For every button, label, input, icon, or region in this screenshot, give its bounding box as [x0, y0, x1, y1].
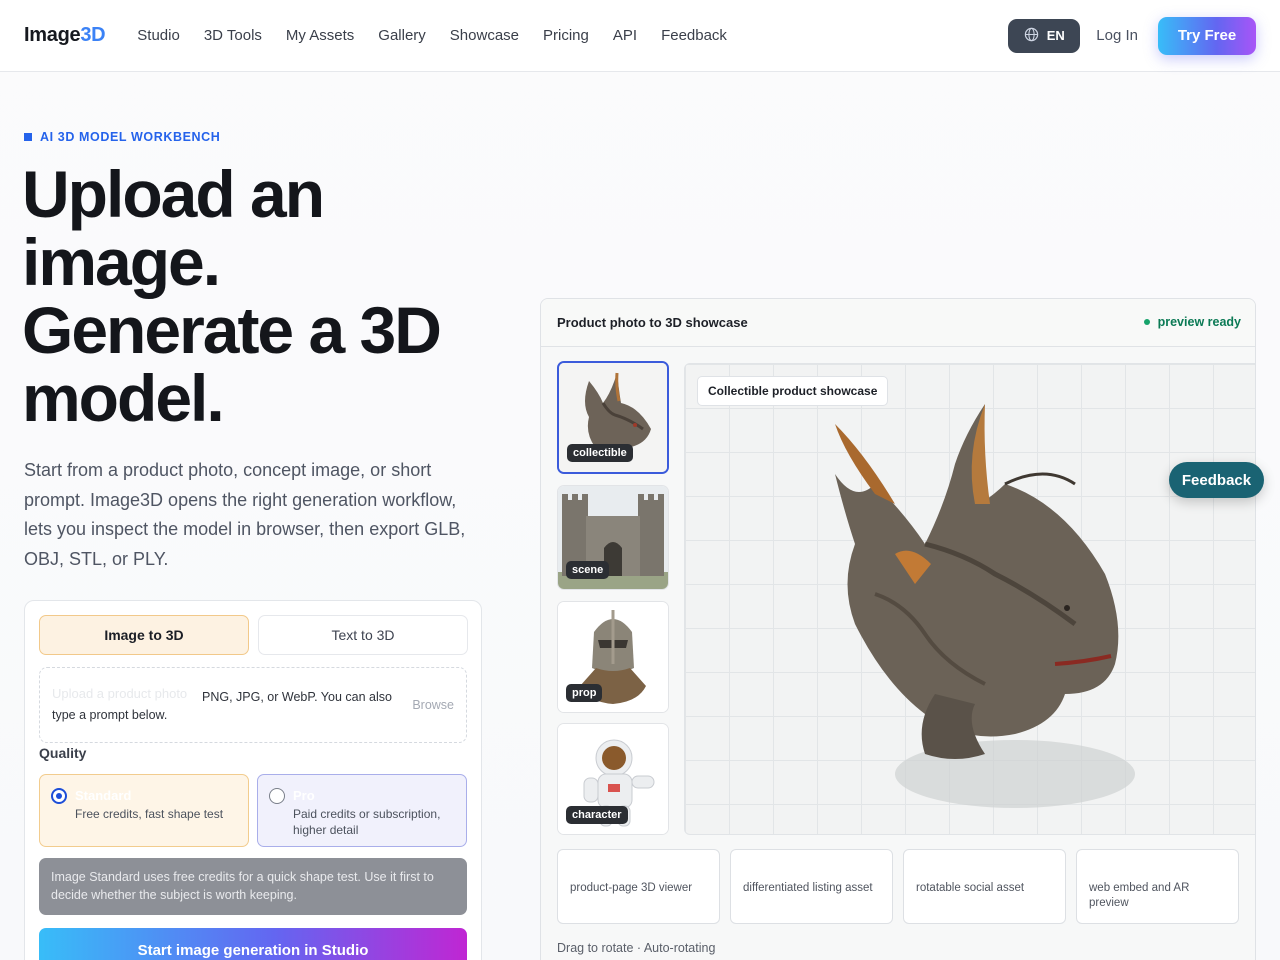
dragon-3d-model	[835, 404, 1135, 808]
status-dot-icon	[1143, 319, 1150, 325]
logo-main: Image	[24, 24, 81, 46]
headline-line: image.	[22, 225, 221, 299]
feedback-button[interactable]: Feedback	[1169, 462, 1264, 498]
quality-option-desc: Paid credits or subscription, higher det…	[293, 807, 441, 837]
logo[interactable]: Image3D	[24, 24, 106, 47]
thumbnail-collectible[interactable]: collectible	[557, 361, 669, 474]
login-link[interactable]: Log In	[1096, 27, 1138, 44]
quality-option-title: Pro	[293, 788, 315, 803]
upload-dropzone[interactable]: Upload a product photo PNG, JPG, or WebP…	[39, 667, 467, 743]
eyebrow-square-icon	[24, 133, 32, 141]
showcase-header: Product photo to 3D showcase preview rea…	[541, 299, 1255, 347]
use-case-card: rotatable social asset	[903, 849, 1066, 924]
nav-link-api[interactable]: API	[613, 27, 637, 44]
nav-link-showcase[interactable]: Showcase	[450, 27, 519, 44]
quality-option-title: Standard	[75, 788, 132, 803]
hero-headline: Upload an image. Generate a 3D model.	[22, 160, 492, 432]
browse-button[interactable]: Browse	[412, 698, 454, 712]
top-navigation: Image3D Studio 3D Tools My Assets Galler…	[0, 0, 1280, 72]
nav-link-3d-tools[interactable]: 3D Tools	[204, 27, 262, 44]
quality-info-note: Image Standard uses free credits for a q…	[39, 858, 467, 915]
model-viewer[interactable]: Collectible product showcase	[684, 363, 1255, 835]
nav-links: Studio 3D Tools My Assets Gallery Showca…	[137, 27, 727, 44]
headline-line: Generate a 3D	[22, 293, 442, 367]
showcase-title: Product photo to 3D showcase	[557, 315, 748, 330]
headline-line: model.	[22, 361, 225, 435]
thumbnail-character[interactable]: character	[557, 723, 669, 835]
radio-selected-icon[interactable]	[51, 788, 67, 804]
thumbnail-scene[interactable]: scene	[557, 485, 669, 590]
start-generation-button[interactable]: Start image generation in Studio	[39, 928, 467, 960]
language-switcher[interactable]: EN	[1008, 18, 1081, 53]
logo-accent: 3D	[80, 24, 106, 46]
status-text: preview ready	[1157, 315, 1241, 329]
quality-label: Quality	[39, 745, 87, 761]
tab-image-to-3d[interactable]: Image to 3D	[39, 615, 249, 655]
try-free-button[interactable]: Try Free	[1158, 16, 1256, 55]
hero-description: Start from a product photo, concept imag…	[24, 460, 466, 569]
thumbnail-label: scene	[566, 561, 610, 579]
language-code: EN	[1046, 28, 1065, 43]
thumbnail-label: character	[566, 806, 628, 824]
headline-line: Upload an	[22, 157, 325, 231]
nav-link-studio[interactable]: Studio	[137, 27, 180, 44]
tab-text-to-3d[interactable]: Text to 3D	[258, 615, 468, 655]
status-badge: preview ready	[1143, 315, 1241, 329]
showcase-panel: Product photo to 3D showcase preview rea…	[540, 298, 1256, 960]
use-case-card: differentiated listing asset	[730, 849, 893, 924]
thumbnail-prop[interactable]: prop	[557, 601, 669, 713]
nav-link-gallery[interactable]: Gallery	[378, 27, 426, 44]
quality-option-standard[interactable]: Standard Free credits, fast shape test	[39, 774, 249, 847]
use-case-card: web embed and AR preview	[1076, 849, 1239, 924]
globe-icon	[1024, 27, 1039, 45]
nav-link-feedback[interactable]: Feedback	[661, 27, 727, 44]
eyebrow-text: AI 3D MODEL WORKBENCH	[40, 130, 221, 144]
use-case-list: product-page 3D viewer differentiated li…	[557, 849, 1239, 924]
quality-option-pro[interactable]: Pro Paid credits or subscription, higher…	[257, 774, 467, 847]
nav-link-my-assets[interactable]: My Assets	[286, 27, 354, 44]
nav-link-pricing[interactable]: Pricing	[543, 27, 589, 44]
radio-unselected-icon[interactable]	[269, 788, 285, 804]
generation-form: Image to 3D Text to 3D Upload a product …	[24, 600, 482, 960]
thumbnail-label: collectible	[567, 444, 633, 462]
viewer-hint: Drag to rotate · Auto-rotating	[557, 941, 716, 955]
nav-actions: EN Log In Try Free	[1008, 16, 1256, 55]
thumbnail-label: prop	[566, 684, 603, 702]
hero-eyebrow: AI 3D MODEL WORKBENCH	[24, 130, 220, 144]
use-case-card: product-page 3D viewer	[557, 849, 720, 924]
quality-option-desc: Free credits, fast shape test	[75, 807, 224, 821]
dropzone-text: PNG, JPG, or WebP. You can also type a p…	[52, 690, 392, 722]
